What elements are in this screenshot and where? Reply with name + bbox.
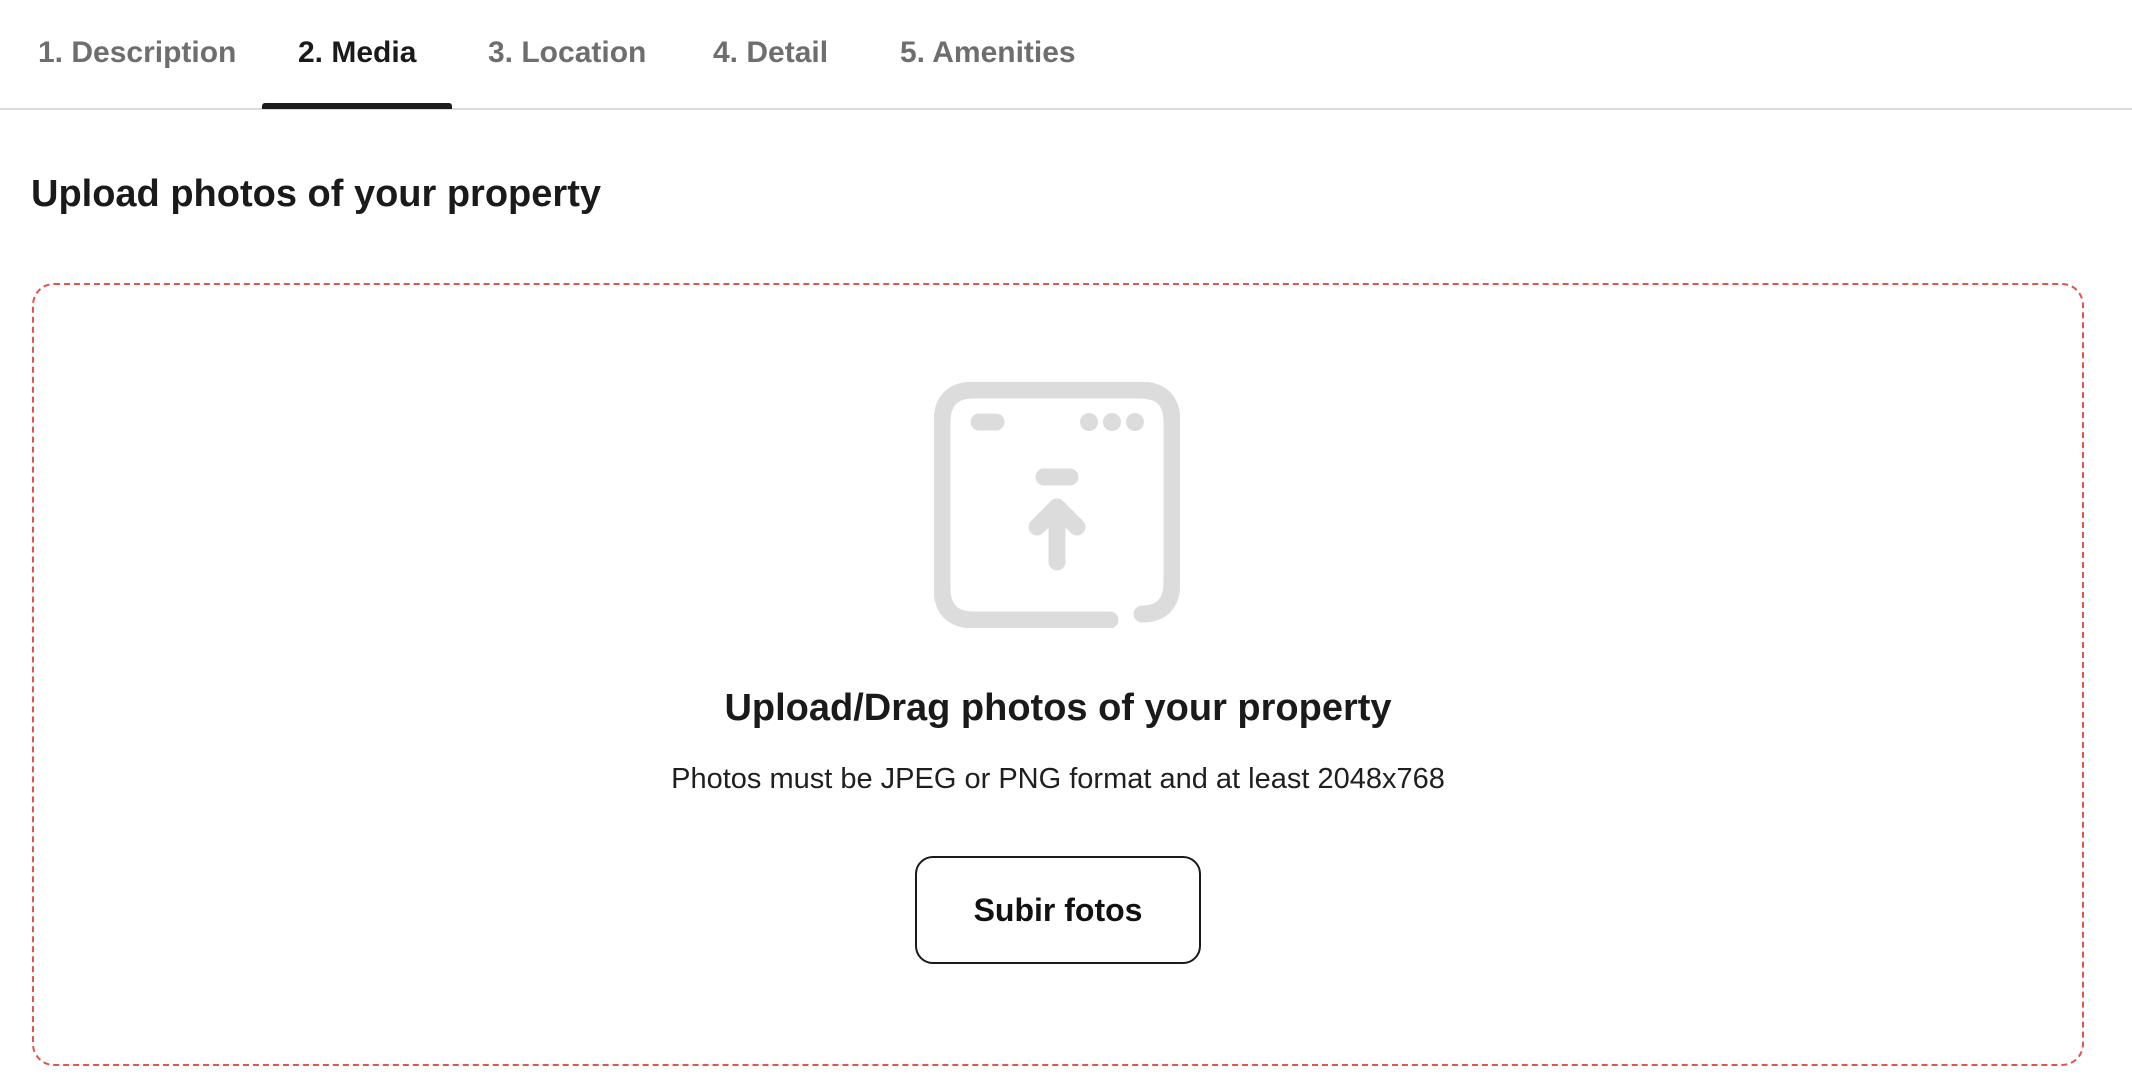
tab-location[interactable]: 3. Location — [488, 38, 646, 68]
active-tab-indicator — [262, 103, 452, 109]
tab-amenities[interactable]: 5. Amenities — [900, 38, 1076, 68]
upload-window-icon — [934, 382, 1180, 628]
dropzone-title: Upload/Drag photos of your property — [724, 687, 1392, 729]
page-title: Upload photos of your property — [31, 173, 601, 215]
tab-description[interactable]: 1. Description — [38, 38, 236, 68]
tab-detail[interactable]: 4. Detail — [713, 38, 828, 68]
tab-media[interactable]: 2. Media — [298, 38, 416, 68]
upload-photos-button[interactable]: Subir fotos — [915, 856, 1201, 964]
tab-bar: 1. Description 2. Media 3. Location 4. D… — [0, 0, 2132, 110]
dropzone-subtitle: Photos must be JPEG or PNG format and at… — [671, 763, 1445, 795]
